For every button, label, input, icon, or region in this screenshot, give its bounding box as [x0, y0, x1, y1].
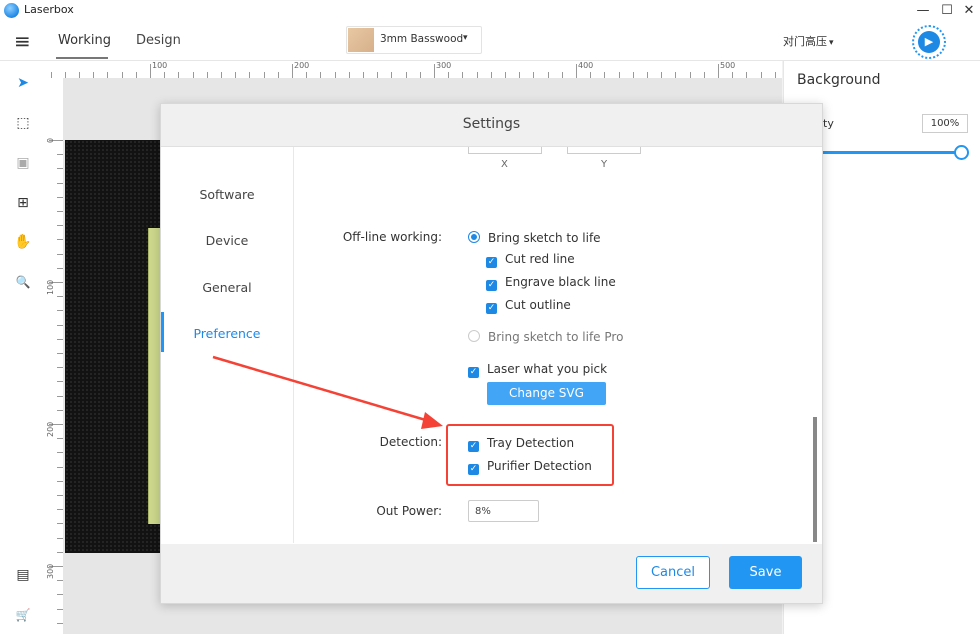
radio-checked-icon [468, 231, 480, 243]
offline-working-label: Off-line working: [342, 230, 442, 244]
purifier-detection-label: Purifier Detection [487, 459, 592, 473]
top-bar: ≡ Working Design 3mm Basswood ▾ 对门高压 ▾ ▶ [0, 22, 980, 61]
dialog-title: Settings [462, 116, 521, 132]
title-bar: Laserbox — ☐ ✕ [0, 0, 980, 22]
engrave-black-checkbox[interactable]: ✓ Engrave black line [486, 275, 616, 291]
opacity-slider-track[interactable] [820, 151, 960, 154]
cut-outline-label: Cut outline [505, 298, 571, 312]
tab-design[interactable]: Design [136, 33, 181, 48]
change-svg-button[interactable]: Change SVG [487, 382, 606, 405]
hand-pan-icon[interactable]: ✋ [13, 232, 33, 252]
device-select[interactable]: 对门高压 ▾ [783, 33, 834, 49]
settings-content: X Y Off-line working: Bring sketch to li… [294, 147, 822, 543]
checkbox-checked-icon: ✓ [486, 303, 497, 314]
chevron-down-icon: ▾ [829, 38, 834, 48]
y-label: Y [601, 159, 608, 170]
ruler-label: 0 [46, 137, 55, 143]
checkbox-checked-icon: ✓ [468, 367, 479, 378]
ruler-label: 300 [436, 61, 452, 70]
ruler-tick [292, 64, 293, 78]
ruler-label: 300 [46, 563, 55, 579]
purifier-detection-checkbox[interactable]: ✓ Purifier Detection [468, 459, 592, 475]
ruler-label: 500 [720, 61, 736, 70]
tray-detection-checkbox[interactable]: ✓ Tray Detection [468, 436, 574, 452]
engrave-black-label: Engrave black line [505, 275, 616, 289]
out-power-label: Out Power: [376, 504, 442, 518]
nav-software[interactable]: Software [161, 187, 293, 202]
material-label: 3mm Basswood [380, 33, 464, 45]
nav-general[interactable]: General [161, 280, 293, 295]
nav-device[interactable]: Device [161, 233, 293, 248]
menu-icon[interactable]: ≡ [14, 31, 31, 51]
checkbox-checked-icon: ✓ [468, 464, 479, 475]
notes-icon[interactable]: ▤ [13, 565, 33, 585]
image-icon[interactable]: ▣ [13, 153, 33, 173]
bring-sketch-radio[interactable]: Bring sketch to life [468, 231, 601, 245]
ruler-tick [434, 64, 435, 78]
zoom-icon[interactable]: 🔍 [13, 272, 33, 292]
tray-detection-label: Tray Detection [487, 436, 575, 450]
ruler-label: 100 [46, 279, 55, 295]
ruler-tick [718, 64, 719, 78]
x-label: X [501, 159, 508, 170]
content-scrollbar[interactable] [813, 417, 817, 542]
close-button[interactable]: ✕ [959, 1, 979, 21]
dialog-header: Settings [161, 104, 822, 147]
left-toolbar: ➤ ⬚ ▣ ⊞ ✋ 🔍 ▤ 🛒 [0, 61, 47, 634]
save-button[interactable]: Save [729, 556, 802, 589]
panel-title: Background [797, 72, 881, 88]
checkbox-checked-icon: ✓ [468, 441, 479, 452]
cancel-button[interactable]: Cancel [636, 556, 710, 589]
cut-red-label: Cut red line [505, 252, 575, 266]
minimize-button[interactable]: — [913, 1, 933, 21]
app-logo-icon [4, 3, 19, 18]
ruler-left: 0 100 200 300 [46, 78, 64, 634]
settings-dialog: Settings Software Device General Prefere… [160, 103, 823, 604]
maximize-button[interactable]: ☐ [937, 1, 957, 21]
checkbox-checked-icon: ✓ [486, 257, 497, 268]
bring-sketch-pro-label: Bring sketch to life Pro [488, 330, 624, 344]
ruler-label: 100 [152, 61, 168, 70]
cut-red-checkbox[interactable]: ✓ Cut red line [486, 252, 575, 268]
select-arrow-icon[interactable]: ➤ [13, 73, 33, 93]
app-title: Laserbox [24, 3, 74, 16]
material-select[interactable]: 3mm Basswood ▾ [346, 26, 482, 54]
bring-sketch-label: Bring sketch to life [488, 231, 601, 245]
radio-unchecked-icon [468, 330, 480, 342]
settings-nav: Software Device General Preference [161, 147, 294, 543]
laser-pick-checkbox[interactable]: ✓ Laser what you pick [468, 362, 607, 378]
bring-sketch-pro-radio[interactable]: Bring sketch to life Pro [468, 330, 623, 344]
opacity-slider-thumb[interactable] [954, 145, 969, 160]
run-button[interactable]: ▶ [912, 25, 946, 59]
material-swatch [348, 28, 374, 52]
laser-pick-label: Laser what you pick [487, 362, 608, 376]
detection-label: Detection: [379, 435, 442, 449]
chevron-down-icon: ▾ [463, 33, 468, 43]
dialog-footer: Cancel Save [161, 544, 822, 603]
ruler-tick [150, 64, 151, 78]
opacity-input[interactable]: 100% [922, 114, 968, 133]
ruler-label: 200 [294, 61, 310, 70]
tab-working[interactable]: Working [58, 33, 111, 48]
out-power-input[interactable]: 8% [468, 500, 539, 522]
device-label: 对门高压 [783, 35, 827, 48]
checkbox-checked-icon: ✓ [486, 280, 497, 291]
nav-active-indicator [161, 312, 164, 352]
ruler-label: 400 [578, 61, 594, 70]
cart-icon[interactable]: 🛒 [13, 605, 33, 625]
cut-outline-checkbox[interactable]: ✓ Cut outline [486, 298, 571, 314]
active-tab-indicator [56, 57, 108, 59]
multi-select-icon[interactable]: ⬚ [13, 113, 33, 133]
detection-highlight-box [446, 424, 614, 486]
ruler-top: 100 200 300 400 500 [46, 61, 782, 79]
ruler-label: 200 [46, 421, 55, 437]
nav-preference[interactable]: Preference [161, 326, 293, 341]
ruler-tick [576, 64, 577, 78]
play-icon: ▶ [918, 31, 940, 53]
x-input[interactable] [468, 147, 542, 154]
add-icon[interactable]: ⊞ [13, 193, 33, 213]
y-input[interactable] [567, 147, 641, 154]
